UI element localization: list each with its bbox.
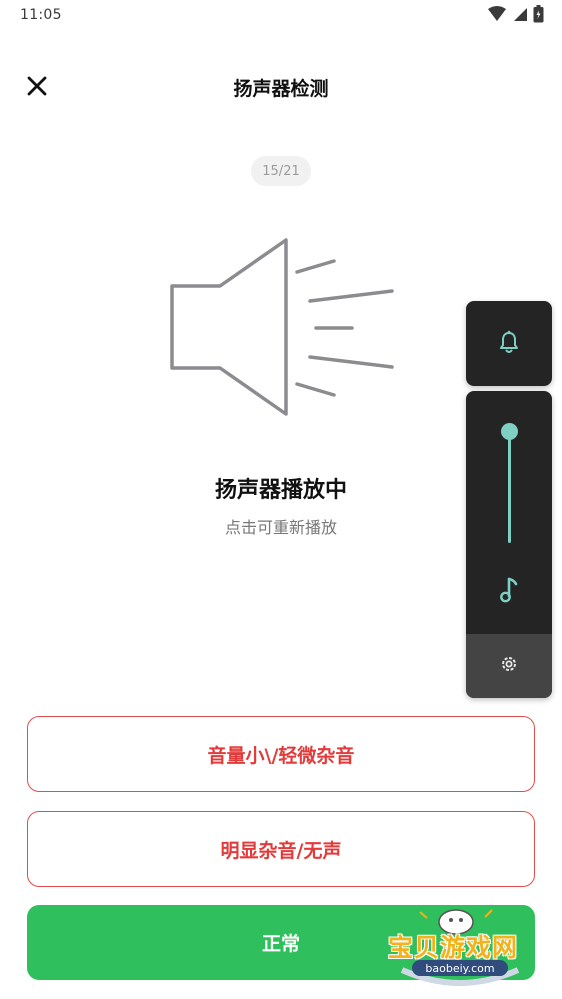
speaker-replay-area[interactable]	[160, 232, 400, 426]
battery-icon	[533, 5, 544, 27]
status-icons	[487, 5, 544, 27]
page-title: 扬声器检测	[233, 78, 329, 100]
bell-icon	[498, 330, 520, 358]
volume-settings-button[interactable]	[466, 634, 552, 698]
volume-panel	[466, 391, 552, 698]
ringer-mode-button[interactable]	[466, 301, 552, 386]
low-volume-noise-button[interactable]: 音量小\/轻微杂音	[27, 716, 535, 792]
signal-icon	[512, 6, 528, 26]
volume-slider-thumb[interactable]	[501, 423, 518, 440]
gear-icon	[499, 654, 519, 678]
progress-indicator: 15/21	[251, 156, 311, 186]
obvious-noise-silent-button[interactable]: 明显杂音/无声	[27, 811, 535, 887]
watermark-logo: 宝贝游戏网 baobeiy.com	[382, 900, 542, 992]
volume-slider-track[interactable]	[508, 431, 511, 543]
wifi-icon	[487, 6, 507, 26]
music-note-icon	[499, 577, 519, 607]
watermark-url: baobeiy.com	[412, 960, 508, 976]
speaker-icon	[170, 238, 394, 416]
watermark-text: 宝贝游戏网	[388, 933, 519, 962]
status-bar: 11:05	[0, 0, 562, 34]
status-time: 11:05	[20, 7, 62, 23]
media-volume-button[interactable]	[496, 577, 522, 607]
